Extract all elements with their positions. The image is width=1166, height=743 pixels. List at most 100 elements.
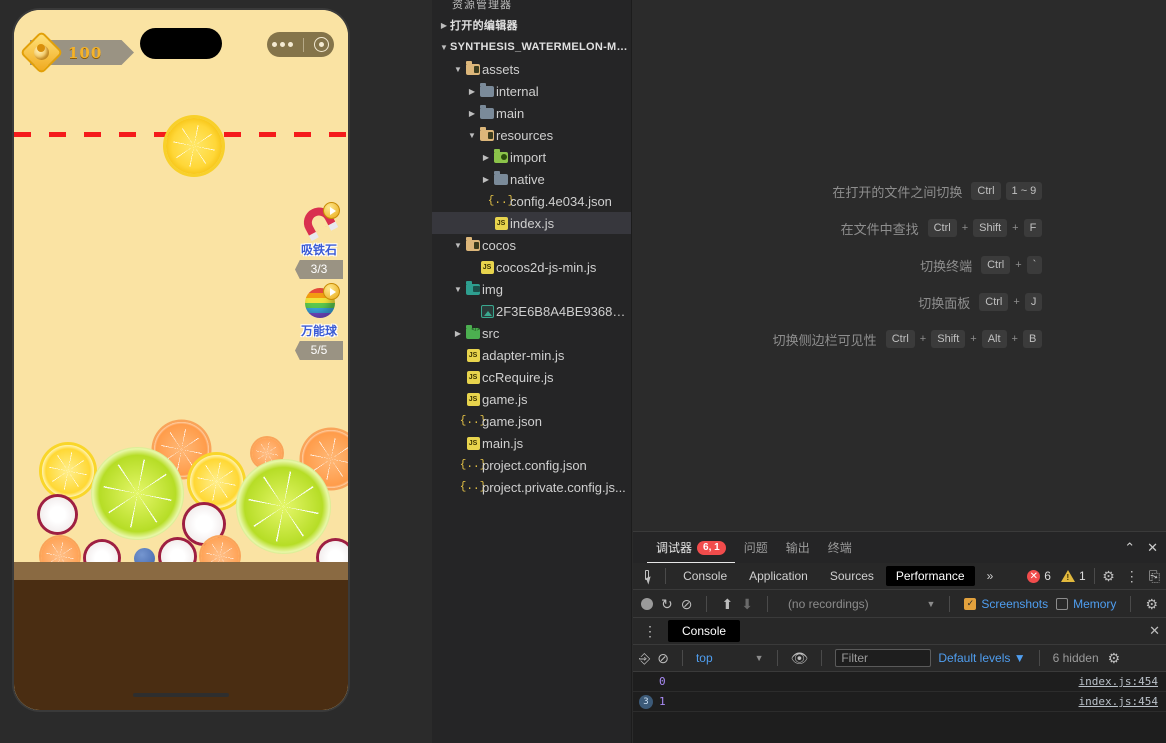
- chevron-down-icon[interactable]: [452, 241, 464, 250]
- tree-item-project-config-json[interactable]: {..}project.config.json: [432, 454, 631, 476]
- eye-icon[interactable]: 👁: [791, 651, 809, 665]
- game-simulator[interactable]: 100: [14, 10, 348, 710]
- tree-item-resources[interactable]: resources: [432, 124, 631, 146]
- chevron-right-icon[interactable]: [480, 175, 492, 184]
- tree-item-config-4e034-json[interactable]: {..}config.4e034.json: [432, 190, 631, 212]
- gear-icon[interactable]: ⚙: [1145, 597, 1158, 611]
- devtools-tab-performance[interactable]: Performance: [886, 566, 975, 586]
- powerup-rainbow[interactable]: 万能球 5/5: [290, 287, 348, 360]
- memory-checkbox[interactable]: Memory: [1056, 597, 1116, 611]
- explorer-sidebar[interactable]: 资源管理器 打开的编辑器 SYNTHESIS_WATERMELON-MAIN a…: [432, 0, 632, 743]
- performance-toolbar[interactable]: ↻ ⊘ ⬆ ⬇ (no recordings) ▼ ✓ Screenshots …: [633, 590, 1166, 618]
- chevron-down-icon[interactable]: ▼: [755, 653, 764, 663]
- tree-item-internal[interactable]: internal: [432, 80, 631, 102]
- kebab-menu-icon[interactable]: ⋮: [637, 623, 664, 640]
- create-live-expression-icon[interactable]: ⎆: [639, 651, 650, 665]
- tab-terminal[interactable]: 终端: [819, 532, 861, 563]
- more-dots-icon[interactable]: [272, 42, 293, 47]
- powerup-name: 吸铁石: [290, 241, 348, 258]
- devtools-tab-application[interactable]: Application: [739, 566, 818, 586]
- tree-item-game-js[interactable]: JSgame.js: [432, 388, 631, 410]
- close-icon[interactable]: ✕: [1149, 623, 1160, 639]
- kebab-menu-icon[interactable]: ⋮: [1117, 569, 1147, 583]
- powerup-play-badge[interactable]: [323, 202, 340, 219]
- panel-actions[interactable]: ⌃ ✕: [1124, 541, 1158, 554]
- screenshots-checkbox[interactable]: ✓ Screenshots: [964, 597, 1048, 611]
- tree-item-adapter-min-js[interactable]: JSadapter-min.js: [432, 344, 631, 366]
- tree-item-project-private-config-js-[interactable]: {..}project.private.config.js...: [432, 476, 631, 498]
- powerup-magnet[interactable]: 吸铁石 3/3: [290, 206, 348, 279]
- tree-item-2f3e6b8a4be936870-[interactable]: 2F3E6B8A4BE936870...: [432, 300, 631, 322]
- console-message[interactable]: 31index.js:454: [633, 692, 1166, 712]
- message-value: 0: [659, 675, 666, 688]
- devtools-tab-bar[interactable]: Console Application Sources Performance …: [633, 563, 1166, 590]
- tree-item-src[interactable]: src: [432, 322, 631, 344]
- console-toolbar[interactable]: ⎆ ⊘ top ▼ 👁 Default levels ▼ 6 hidden ⚙: [633, 645, 1166, 672]
- shortcut-label: 切换面板: [850, 293, 970, 312]
- chevron-right-icon[interactable]: [438, 21, 450, 30]
- tree-item-main-js[interactable]: JSmain.js: [432, 432, 631, 454]
- gear-icon[interactable]: ⚙: [1108, 651, 1121, 665]
- close-icon[interactable]: ✕: [1147, 541, 1158, 554]
- powerup-play-badge[interactable]: [323, 283, 340, 300]
- message-source-link[interactable]: index.js:454: [1079, 675, 1158, 688]
- toolbar-divider: [1130, 596, 1131, 612]
- target-circle-icon[interactable]: [314, 37, 329, 52]
- reload-record-icon[interactable]: ↻: [661, 597, 673, 611]
- tree-item-native[interactable]: native: [432, 168, 631, 190]
- devtools-tab-sources[interactable]: Sources: [820, 566, 884, 586]
- chevron-down-icon[interactable]: [466, 131, 478, 140]
- execution-context-select[interactable]: top ▼: [696, 651, 764, 665]
- save-profile-icon[interactable]: ⬇: [741, 597, 753, 611]
- chevron-down-icon[interactable]: ▼: [926, 599, 935, 609]
- drawer-tab-console[interactable]: Console: [668, 620, 740, 642]
- tree-item-main[interactable]: main: [432, 102, 631, 124]
- console-message-list[interactable]: 0index.js:45431index.js:454: [633, 672, 1166, 743]
- clear-console-icon[interactable]: ⊘: [657, 651, 669, 665]
- issue-counts[interactable]: ✕ 6 1: [1027, 569, 1085, 583]
- gear-icon[interactable]: ⚙: [1102, 569, 1115, 583]
- file-tree[interactable]: assetsinternalmainresourcesimportnative{…: [432, 58, 631, 498]
- recordings-select[interactable]: (no recordings): [788, 597, 869, 611]
- drawer-tab-bar[interactable]: ⋮ Console ✕: [633, 618, 1166, 645]
- shortcut-key: Ctrl: [981, 256, 1010, 274]
- dock-panel-icon[interactable]: ⎘: [1149, 569, 1160, 583]
- miniprogram-capsule[interactable]: [267, 32, 334, 57]
- chevron-right-icon[interactable]: [466, 87, 478, 96]
- tree-item-cocos2d-js-min-js[interactable]: JScocos2d-js-min.js: [432, 256, 631, 278]
- shortcut-key: Shift: [931, 330, 965, 348]
- tab-output[interactable]: 输出: [777, 532, 819, 563]
- console-message[interactable]: 0 index.js:454: [633, 672, 1166, 692]
- tree-project-root[interactable]: SYNTHESIS_WATERMELON-MAIN: [432, 36, 631, 58]
- tree-item-game-json[interactable]: {..}game.json: [432, 410, 631, 432]
- tree-item-assets[interactable]: assets: [432, 58, 631, 80]
- tree-item-ccrequire-js[interactable]: JSccRequire.js: [432, 366, 631, 388]
- message-source-link[interactable]: index.js:454: [1079, 695, 1158, 708]
- panel-tab-bar[interactable]: 调试器 6, 1 问题 输出 终端 ⌃ ✕: [633, 532, 1166, 563]
- tree-item-index-js[interactable]: JSindex.js: [432, 212, 631, 234]
- tab-debugger[interactable]: 调试器 6, 1: [647, 532, 735, 563]
- chevron-right-icon[interactable]: [466, 109, 478, 118]
- tree-item-img[interactable]: img: [432, 278, 631, 300]
- log-levels-select[interactable]: Default levels ▼: [938, 651, 1025, 665]
- tab-problems[interactable]: 问题: [735, 532, 777, 563]
- filter-input[interactable]: [835, 649, 931, 667]
- chevron-down-icon[interactable]: [438, 43, 450, 52]
- chevron-right-icon[interactable]: [480, 153, 492, 162]
- tree-open-editors[interactable]: 打开的编辑器: [432, 14, 631, 36]
- inspect-element-icon[interactable]: [643, 568, 653, 584]
- game-screen[interactable]: 100: [14, 10, 348, 710]
- chevron-down-icon[interactable]: [452, 65, 464, 74]
- devtools-panel[interactable]: 调试器 6, 1 问题 输出 终端 ⌃ ✕ Console Applicatio…: [633, 531, 1166, 743]
- devtools-tab-console[interactable]: Console: [673, 566, 737, 586]
- tree-item-cocos[interactable]: cocos: [432, 234, 631, 256]
- devtools-tab-overflow-icon[interactable]: »: [977, 566, 1004, 586]
- chevron-up-icon[interactable]: ⌃: [1124, 541, 1135, 554]
- load-profile-icon[interactable]: ⬆: [721, 597, 733, 611]
- console-drawer[interactable]: ⋮ Console ✕ ⎆ ⊘ top ▼ 👁 Default levels ▼: [633, 618, 1166, 743]
- clear-icon[interactable]: ⊘: [681, 597, 693, 611]
- tree-item-import[interactable]: import: [432, 146, 631, 168]
- chevron-down-icon[interactable]: [452, 285, 464, 294]
- chevron-right-icon[interactable]: [452, 329, 464, 338]
- record-icon[interactable]: [641, 598, 653, 610]
